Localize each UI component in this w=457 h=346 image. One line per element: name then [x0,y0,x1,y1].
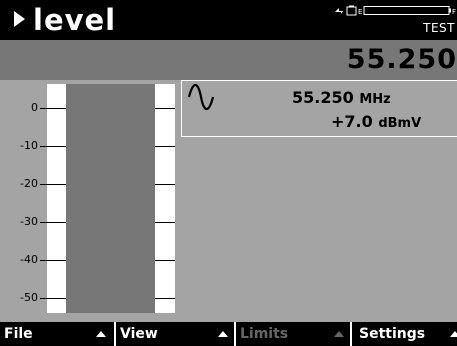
page-title: level [33,3,117,37]
chevron-up-icon [450,331,457,337]
file-menu-label: File [4,326,33,342]
frequency-unit: MHz [359,92,391,107]
scale-tick [155,298,175,299]
scale-tick [40,298,66,299]
chevron-up-icon [334,331,344,337]
scale-label: -30 [20,215,38,228]
readout-frequency: 55.250 MHz [292,88,391,107]
view-menu-label: View [120,326,158,342]
svg-text:E: E [358,8,362,16]
battery-icon: E F [346,5,456,16]
scale-tick [155,108,175,109]
settings-menu-label: Settings [359,326,426,342]
test-mode-label: TEST [423,21,455,35]
banner-frequency: 55.250 [346,44,457,75]
charging-icon [335,8,343,14]
view-menu-button[interactable]: View [116,322,234,346]
scale-tick [40,146,66,147]
scale-tick [155,222,175,223]
file-menu-button[interactable]: File [0,322,114,346]
level-unit: dBmV [378,116,422,131]
scale-tick [155,146,175,147]
level-value: +7.0 [331,112,373,131]
frequency-banner: 55.250 [0,40,457,80]
chevron-up-icon [96,331,106,337]
scale-label: -50 [20,291,38,304]
level-meter-bar [66,84,155,313]
scale-tick [40,222,66,223]
scale-label: 0 [31,101,38,114]
play-arrow-icon [14,11,25,27]
limits-menu-label: Limits [240,326,289,342]
limits-menu-button[interactable]: Limits [236,322,350,346]
readout-level: +7.0 dBmV [331,112,421,131]
scale-label: -20 [20,177,38,190]
settings-menu-button[interactable]: Settings [352,322,457,346]
sine-wave-icon [187,83,215,111]
svg-text:F: F [452,8,456,16]
chevron-up-icon [218,331,228,337]
scale-label: -40 [20,253,38,266]
scale-label: -10 [20,139,38,152]
status-icons: E F [335,5,456,16]
frequency-value: 55.250 [292,88,354,107]
scale-tick [40,108,66,109]
scale-tick [155,260,175,261]
scale-tick [40,260,66,261]
scale-tick [155,184,175,185]
scale-tick [40,184,66,185]
